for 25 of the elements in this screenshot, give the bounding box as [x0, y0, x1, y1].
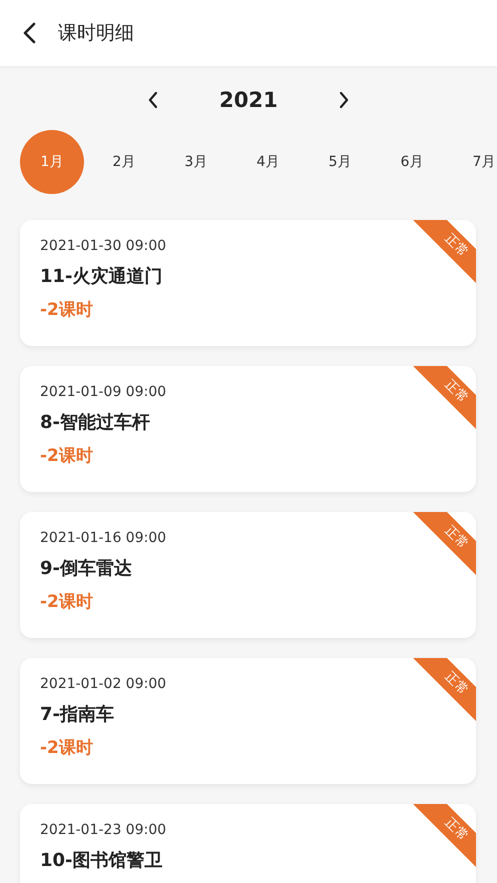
month-tab[interactable]: 6月: [380, 130, 444, 194]
previous-icon[interactable]: [147, 91, 160, 109]
back-icon[interactable]: [22, 22, 36, 44]
record-card[interactable]: 2021-01-23 09:00 10-图书馆警卫 正常: [20, 804, 476, 883]
record-card[interactable]: 2021-01-02 09:00 7-指南车 -2课时 正常: [20, 658, 476, 784]
month-tab[interactable]: 4月: [236, 130, 300, 194]
record-hours: -2课时: [40, 299, 94, 321]
record-card[interactable]: 2021-01-09 09:00 8-智能过车杆 -2课时 正常: [20, 366, 476, 492]
month-tab[interactable]: 3月: [164, 130, 228, 194]
record-title: 11-火灾通道门: [40, 265, 164, 288]
month-tab[interactable]: 5月: [308, 130, 372, 194]
page-title: 课时明细: [58, 21, 134, 46]
record-title: 8-智能过车杆: [40, 411, 151, 434]
record-hours: -2课时: [40, 737, 94, 759]
record-title: 9-倒车雷达: [40, 557, 133, 580]
next-icon[interactable]: [338, 91, 350, 109]
month-tab[interactable]: 2月: [92, 130, 156, 194]
record-title: 7-指南车: [40, 703, 115, 726]
record-hours: -2课时: [40, 591, 94, 613]
month-tab[interactable]: 7月: [452, 130, 497, 194]
record-hours: -2课时: [40, 445, 94, 467]
record-title: 10-图书馆警卫: [40, 849, 164, 872]
year-label: 2021: [219, 88, 278, 112]
record-card[interactable]: 2021-01-30 09:00 11-火灾通道门 -2课时 正常: [20, 220, 476, 346]
record-card[interactable]: 2021-01-16 09:00 9-倒车雷达 -2课时 正常: [20, 512, 476, 638]
